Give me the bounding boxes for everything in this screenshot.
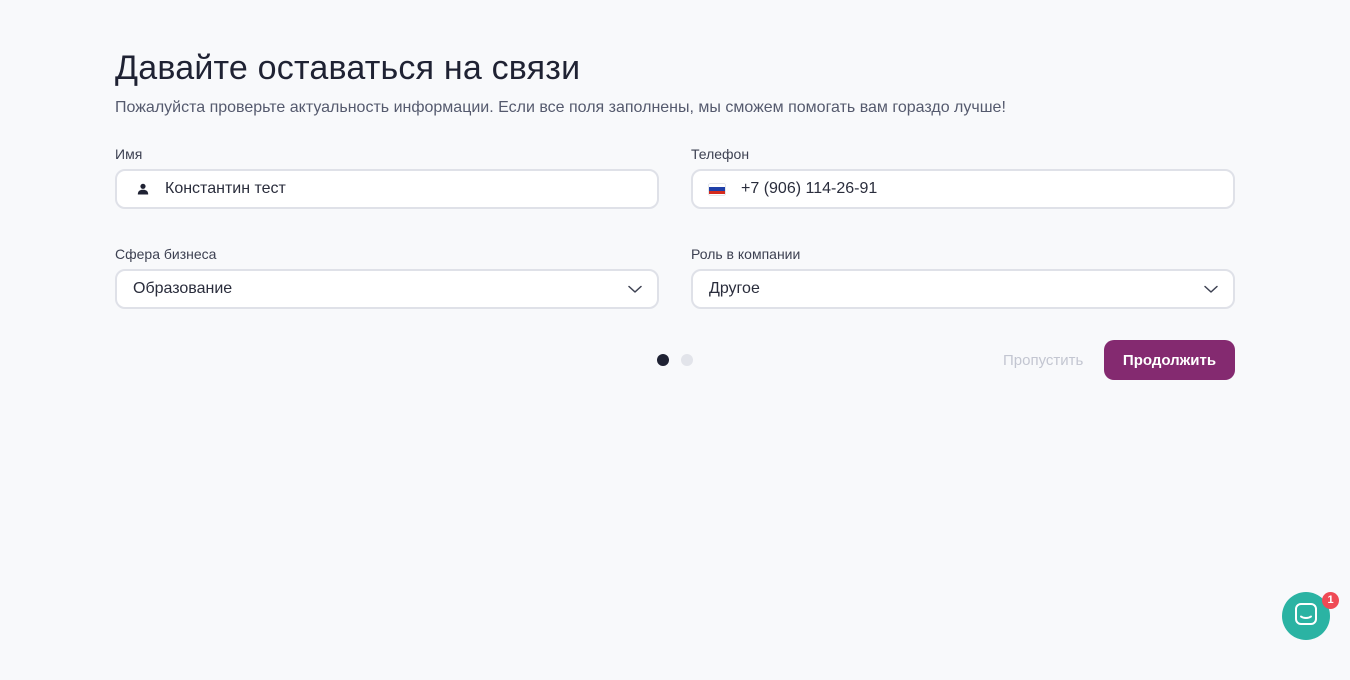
company-role-select[interactable]: Другое [691, 269, 1235, 309]
phone-field: Телефон +7 (906) 114-26-91 [691, 145, 1235, 209]
chat-icon [1294, 602, 1318, 631]
company-role-label: Роль в компании [691, 246, 801, 262]
phone-label: Телефон [691, 146, 750, 162]
chat-notification-badge: 1 [1322, 592, 1339, 609]
company-role-field: Роль в компании Другое [691, 245, 1235, 309]
continue-button[interactable]: Продолжить [1104, 340, 1235, 380]
chevron-down-icon [1203, 281, 1219, 297]
name-field: Имя Константин тест [115, 145, 659, 209]
name-value: Константин тест [165, 180, 286, 197]
name-input[interactable]: Константин тест [115, 169, 659, 209]
business-sphere-label: Сфера бизнеса [115, 246, 217, 262]
chevron-down-icon [627, 281, 643, 297]
skip-button[interactable]: Пропустить [1003, 352, 1083, 370]
company-role-value: Другое [709, 280, 760, 297]
business-sphere-value: Образование [133, 280, 233, 297]
step-dot-1[interactable] [657, 354, 669, 366]
phone-input[interactable]: +7 (906) 114-26-91 [691, 169, 1235, 209]
page-subtitle: Пожалуйста проверьте актуальность информ… [115, 99, 1006, 116]
person-icon [135, 181, 151, 197]
step-dot-2[interactable] [681, 354, 693, 366]
phone-value: +7 (906) 114-26-91 [741, 180, 878, 197]
page-title: Давайте оставаться на связи [115, 49, 581, 87]
step-pager [657, 354, 693, 366]
russia-flag-icon[interactable] [709, 183, 725, 195]
business-sphere-select[interactable]: Образование [115, 269, 659, 309]
name-label: Имя [115, 146, 143, 162]
business-sphere-field: Сфера бизнеса Образование [115, 245, 659, 309]
